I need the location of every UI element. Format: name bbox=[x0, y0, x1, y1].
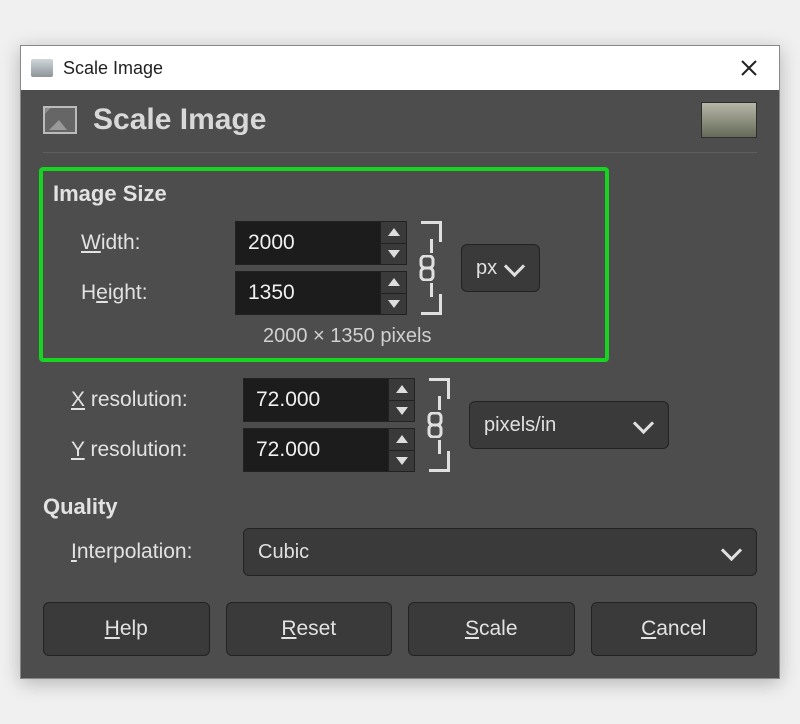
y-resolution-input[interactable]: 72.000 bbox=[243, 428, 415, 472]
chevron-up-icon bbox=[396, 435, 408, 443]
close-button[interactable] bbox=[725, 46, 773, 90]
image-size-title: Image Size bbox=[53, 181, 593, 207]
resolution-unit-dropdown[interactable]: pixels/in bbox=[469, 401, 669, 449]
chain-link-icon bbox=[423, 412, 447, 438]
help-button[interactable]: Help bbox=[43, 602, 210, 656]
chevron-down-icon bbox=[638, 420, 654, 430]
x-res-step-up[interactable] bbox=[388, 379, 414, 401]
dialog-window: Scale Image Scale Image Image Size Width… bbox=[20, 45, 780, 679]
chevron-down-icon bbox=[509, 263, 525, 273]
y-res-step-down[interactable] bbox=[388, 451, 414, 472]
unit-value: px bbox=[476, 257, 497, 280]
height-input[interactable]: 1350 bbox=[235, 271, 407, 315]
title-bar: Scale Image bbox=[21, 46, 779, 90]
width-value: 2000 bbox=[236, 231, 380, 255]
chevron-up-icon bbox=[396, 385, 408, 393]
interpolation-dropdown[interactable]: Cubic bbox=[243, 528, 757, 576]
scale-image-icon bbox=[43, 106, 77, 134]
dialog-header: Scale Image bbox=[43, 90, 757, 153]
scale-button[interactable]: Scale bbox=[408, 602, 575, 656]
aspect-lock-toggle[interactable] bbox=[412, 221, 442, 315]
y-res-step-up[interactable] bbox=[388, 429, 414, 451]
chevron-down-icon bbox=[388, 300, 400, 308]
x-resolution-value: 72.000 bbox=[244, 388, 388, 412]
chevron-up-icon bbox=[388, 278, 400, 286]
chevron-down-icon bbox=[396, 457, 408, 465]
image-size-section: Image Size Width: 2000 bbox=[39, 167, 609, 362]
height-step-up[interactable] bbox=[380, 272, 406, 294]
quality-title: Quality bbox=[43, 494, 757, 520]
height-value: 1350 bbox=[236, 281, 380, 305]
window-title: Scale Image bbox=[63, 58, 725, 79]
x-res-step-down[interactable] bbox=[388, 401, 414, 422]
y-resolution-value: 72.000 bbox=[244, 438, 388, 462]
dialog-body: Scale Image Image Size Width: 2000 bbox=[21, 90, 779, 678]
dialog-title: Scale Image bbox=[93, 103, 701, 137]
resolution-unit-value: pixels/in bbox=[484, 414, 556, 437]
resolution-lock-toggle[interactable] bbox=[420, 378, 450, 472]
cancel-button[interactable]: Cancel bbox=[591, 602, 758, 656]
interpolation-value: Cubic bbox=[258, 541, 309, 564]
x-resolution-input[interactable]: 72.000 bbox=[243, 378, 415, 422]
chain-link-icon bbox=[415, 255, 439, 281]
button-row: Help Reset Scale Cancel bbox=[43, 602, 757, 656]
chevron-down-icon bbox=[726, 547, 742, 557]
height-label: Height: bbox=[53, 281, 223, 305]
unit-dropdown[interactable]: px bbox=[461, 244, 540, 292]
app-icon bbox=[31, 59, 53, 77]
reset-button[interactable]: Reset bbox=[226, 602, 393, 656]
height-step-down[interactable] bbox=[380, 294, 406, 315]
x-resolution-label: X resolution: bbox=[43, 388, 231, 412]
width-step-down[interactable] bbox=[380, 244, 406, 265]
chevron-down-icon bbox=[388, 250, 400, 258]
image-thumbnail bbox=[701, 102, 757, 138]
width-input[interactable]: 2000 bbox=[235, 221, 407, 265]
width-step-up[interactable] bbox=[380, 222, 406, 244]
pixel-dimensions-summary: 2000 × 1350 pixels bbox=[263, 325, 593, 348]
width-label: Width: bbox=[53, 231, 223, 255]
close-icon bbox=[740, 59, 758, 77]
chevron-down-icon bbox=[396, 407, 408, 415]
chevron-up-icon bbox=[388, 228, 400, 236]
interpolation-label: Interpolation: bbox=[43, 528, 231, 576]
y-resolution-label: Y resolution: bbox=[43, 438, 231, 462]
